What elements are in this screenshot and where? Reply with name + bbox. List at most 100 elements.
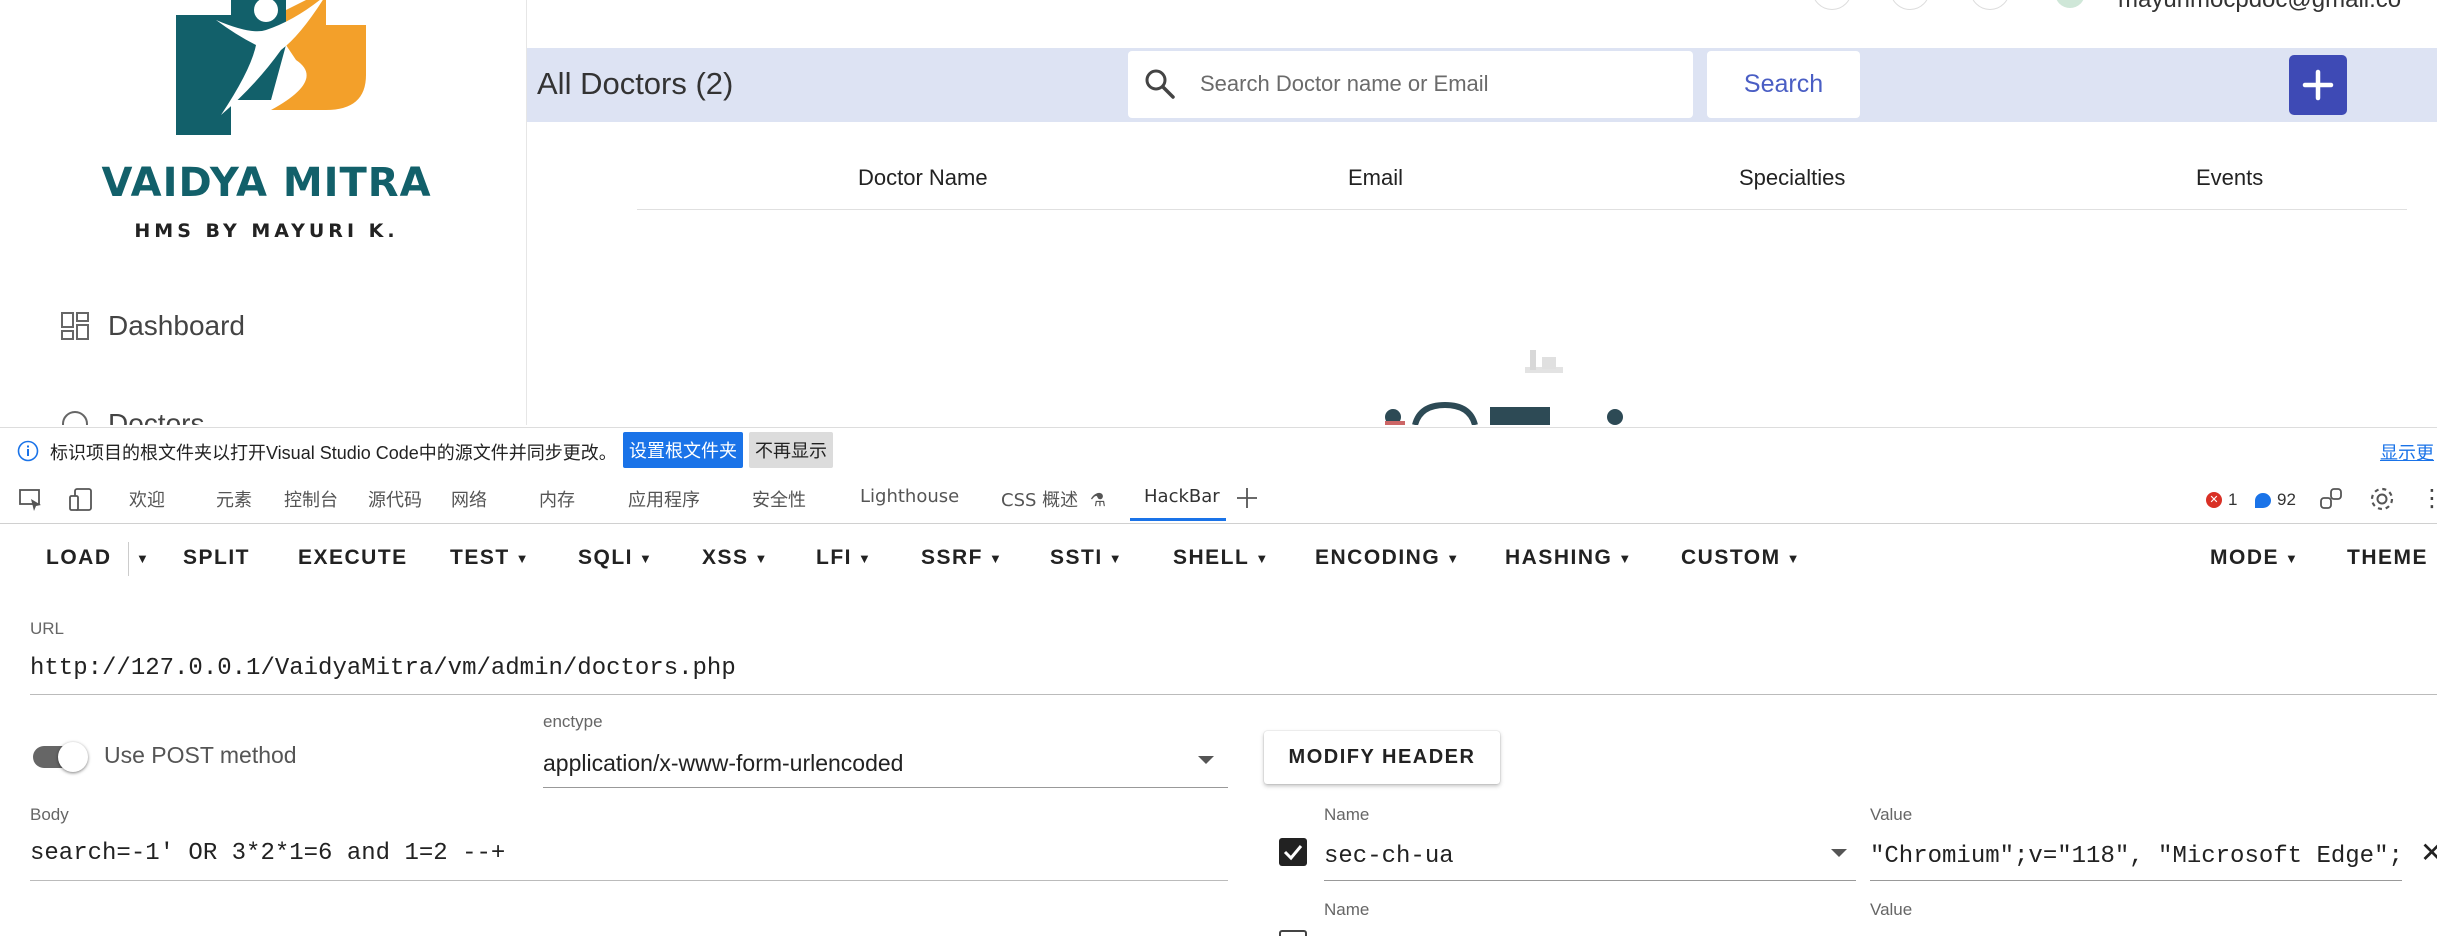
- search-input[interactable]: [1200, 66, 1680, 102]
- caret-down-icon: ▼: [858, 550, 873, 566]
- hackbar-ssrf-menu[interactable]: SSRF ▼: [921, 546, 1003, 570]
- remove-header-close-icon[interactable]: ✕: [2420, 836, 2437, 869]
- body-input[interactable]: search=-1' OR 3*2*1=6 and 1=2 --+: [30, 840, 505, 867]
- customize-icon[interactable]: [2318, 486, 2344, 512]
- hackbar-lfi-menu[interactable]: LFI ▼: [816, 546, 872, 570]
- error-counter[interactable]: ✕ 1: [2206, 490, 2237, 510]
- tab-lighthouse[interactable]: Lighthouse: [860, 486, 959, 507]
- caret-down-icon: ▼: [515, 550, 531, 566]
- caret-down-icon: ▼: [1255, 550, 1270, 566]
- brand-tagline: HMS BY MAYURI K.: [134, 220, 399, 242]
- header-icon-button[interactable]: [1970, 0, 2010, 10]
- post-method-toggle-knob[interactable]: [58, 742, 88, 772]
- header-enabled-checkbox[interactable]: [1279, 838, 1307, 866]
- inspect-element-icon[interactable]: [18, 487, 44, 513]
- menu-label: TEST: [450, 546, 510, 569]
- user-avatar[interactable]: [2055, 0, 2085, 8]
- hackbar-shell-menu[interactable]: SHELL ▼: [1173, 546, 1270, 570]
- tab-console[interactable]: 控制台: [284, 486, 338, 512]
- url-input[interactable]: http://127.0.0.1/VaidyaMitra/vm/admin/do…: [30, 655, 736, 682]
- hackbar-sqli-menu[interactable]: SQLI ▼: [578, 546, 653, 570]
- hackbar-custom-menu[interactable]: CUSTOM ▼: [1681, 546, 1801, 570]
- more-options-icon[interactable]: ⋮: [2420, 484, 2437, 513]
- menu-label: XSS: [702, 546, 749, 569]
- app-page: mayurimocpdoc@gmail.co VAIDYA MITRA HMS …: [0, 0, 2437, 425]
- load-divider: [128, 542, 129, 576]
- tab-welcome[interactable]: 欢迎: [129, 486, 165, 512]
- dropdown-arrow-icon[interactable]: [1831, 849, 1847, 857]
- experiment-flask-icon: ⚗: [1089, 490, 1107, 511]
- sidebar-item-dashboard[interactable]: Dashboard: [60, 310, 245, 342]
- hackbar-test-menu[interactable]: TEST ▼: [450, 546, 530, 570]
- sidebar-item-doctors[interactable]: Doctors: [60, 408, 204, 425]
- header-enabled-checkbox[interactable]: [1279, 930, 1307, 936]
- enctype-select[interactable]: application/x-www-form-urlencoded: [543, 750, 903, 777]
- tab-security[interactable]: 安全性: [752, 486, 806, 512]
- modify-header-button[interactable]: MODIFY HEADER: [1264, 731, 1500, 784]
- tab-css-overview[interactable]: CSS 概述 ⚗: [1001, 486, 1106, 512]
- error-count: 1: [2228, 490, 2238, 509]
- hackbar-theme-menu[interactable]: THEME: [2347, 546, 2428, 570]
- column-header-specialties: Specialties: [1739, 165, 1846, 190]
- hackbar-split-button[interactable]: SPLIT: [183, 546, 250, 570]
- dropdown-arrow-icon[interactable]: [1198, 756, 1214, 764]
- more-tabs-plus-icon[interactable]: [1235, 486, 1259, 510]
- header-name-select[interactable]: sec-ch-ua: [1324, 843, 1454, 870]
- header-icon-button[interactable]: [1812, 0, 1852, 10]
- tab-application[interactable]: 应用程序: [628, 486, 700, 512]
- grid-icon: [61, 312, 89, 340]
- infobar-message: 标识项目的根文件夹以打开Visual Studio Code中的源文件并同步更改…: [50, 443, 617, 463]
- empty-state-illustration: [1385, 350, 1623, 425]
- url-label: URL: [30, 619, 65, 638]
- brand-name: VAIDYA MITRA: [101, 160, 432, 206]
- caret-down-icon: ▼: [754, 550, 769, 566]
- tab-hackbar[interactable]: HackBar: [1144, 486, 1220, 507]
- page-title: All Doctors (2): [537, 66, 734, 101]
- header-value-input[interactable]: "Chromium";v="118", "Microsoft Edge";: [1870, 843, 2405, 870]
- tab-memory[interactable]: 内存: [539, 486, 575, 512]
- tab-elements[interactable]: 元素: [216, 486, 252, 512]
- message-counter[interactable]: 92: [2255, 490, 2296, 510]
- hackbar-encoding-menu[interactable]: ENCODING ▼: [1315, 546, 1461, 570]
- sidebar-item-label: Dashboard: [108, 310, 245, 341]
- message-icon: [2255, 492, 2271, 508]
- caret-down-icon: ▼: [1108, 550, 1124, 566]
- add-doctor-button[interactable]: [2289, 55, 2347, 115]
- hackbar-hashing-menu[interactable]: HASHING ▼: [1505, 546, 1633, 570]
- hackbar-load-button[interactable]: LOAD: [46, 546, 112, 570]
- caret-down-icon: ▼: [2285, 550, 2300, 566]
- message-count: 92: [2277, 490, 2296, 509]
- header-value-label: Value: [1870, 805, 1913, 824]
- caret-down-icon: ▼: [1446, 550, 1461, 566]
- search-button[interactable]: Search: [1707, 51, 1860, 118]
- header-name-label: Name: [1324, 805, 1370, 824]
- post-method-label: Use POST method: [104, 742, 297, 768]
- header-value-underline: [1870, 880, 2402, 881]
- header-icon-button[interactable]: [1890, 0, 1930, 10]
- caret-down-icon: ▼: [1786, 550, 1801, 566]
- tab-network[interactable]: 网络: [451, 486, 487, 512]
- body-underline: [30, 880, 1228, 881]
- menu-label: LFI: [816, 546, 852, 569]
- header-name-underline: [1324, 880, 1856, 881]
- menu-label: SSTI: [1050, 546, 1103, 569]
- device-toolbar-icon[interactable]: [68, 487, 94, 513]
- hackbar-xss-menu[interactable]: XSS ▼: [702, 546, 769, 570]
- infobar-link[interactable]: 显示更: [2380, 439, 2434, 465]
- gear-icon[interactable]: [2368, 485, 2396, 513]
- caret-down-icon: ▼: [639, 550, 654, 566]
- user-email[interactable]: mayurimocpdoc@gmail.co: [2118, 0, 2401, 14]
- dont-show-again-button[interactable]: 不再显示: [749, 432, 833, 468]
- tab-sources[interactable]: 源代码: [368, 486, 422, 512]
- hackbar-mode-menu[interactable]: MODE ▼: [2210, 546, 2299, 570]
- menu-label: CUSTOM: [1681, 546, 1781, 569]
- hackbar-ssti-menu[interactable]: SSTI ▼: [1050, 546, 1123, 570]
- menu-label: HASHING: [1505, 546, 1613, 569]
- sidebar-item-label: Doctors: [108, 408, 205, 425]
- hackbar-execute-button[interactable]: EXECUTE: [298, 546, 408, 570]
- load-dropdown-caret-icon[interactable]: ▼: [136, 551, 150, 566]
- enctype-label: enctype: [543, 712, 603, 731]
- error-icon: ✕: [2206, 492, 2222, 508]
- menu-label: ENCODING: [1315, 546, 1441, 569]
- set-root-folder-button[interactable]: 设置根文件夹: [623, 432, 743, 468]
